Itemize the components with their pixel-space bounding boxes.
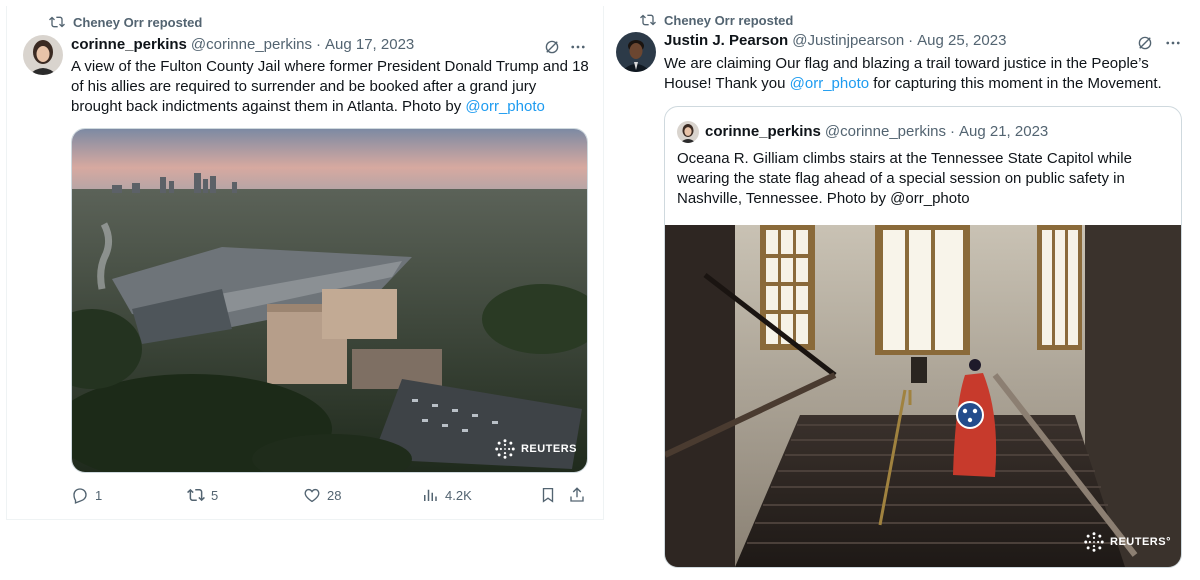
avatar[interactable] bbox=[23, 35, 63, 75]
reuters-watermark: REUTERS° bbox=[1083, 531, 1171, 553]
repost-count: 5 bbox=[211, 487, 219, 503]
reply-button[interactable]: 1 bbox=[71, 486, 102, 504]
tweet-header: corinne_perkins @corinne_perkins · Aug 1… bbox=[71, 36, 414, 53]
repost-icon bbox=[187, 488, 205, 502]
author-name[interactable]: corinne_perkins bbox=[71, 36, 187, 53]
more-icon bbox=[571, 45, 585, 49]
author-handle[interactable]: @corinne_perkins bbox=[191, 36, 312, 53]
share-icon bbox=[570, 487, 584, 502]
like-button[interactable]: 28 bbox=[303, 486, 341, 504]
quote-tweet[interactable]: corinne_perkins @corinne_perkins · Aug 2… bbox=[664, 106, 1182, 568]
grok-button[interactable] bbox=[1135, 33, 1155, 53]
watermark-text: REUTERS° bbox=[1110, 536, 1171, 548]
grok-icon bbox=[545, 40, 559, 54]
repost-label: Cheney Orr reposted bbox=[664, 12, 794, 28]
tweet-card-right[interactable]: Cheney Orr reposted Justin J. Pearson @J… bbox=[606, 4, 1194, 576]
mention-link[interactable]: @orr_photo bbox=[790, 75, 869, 92]
tweet-header: Justin J. Pearson @Justinjpearson · Aug … bbox=[664, 32, 1006, 49]
tweet-date[interactable]: Aug 25, 2023 bbox=[917, 32, 1006, 49]
quote-avatar[interactable] bbox=[677, 121, 699, 143]
like-count: 28 bbox=[327, 487, 342, 503]
tweet-text: We are claiming Our flag and blazing a t… bbox=[664, 54, 1184, 94]
separator-dot: · bbox=[950, 123, 956, 140]
repost-indicator: Cheney Orr reposted bbox=[49, 14, 202, 30]
repost-button[interactable]: 5 bbox=[187, 486, 218, 504]
share-button[interactable] bbox=[568, 486, 592, 504]
grok-button[interactable] bbox=[542, 37, 562, 57]
tweet-text-tail: for capturing this moment in the Movemen… bbox=[869, 75, 1162, 92]
more-button[interactable] bbox=[568, 37, 588, 57]
action-bar: 1 5 28 4.2K bbox=[71, 484, 591, 508]
bookmark-icon bbox=[542, 487, 554, 503]
watermark-text: REUTERS bbox=[520, 443, 577, 455]
views-button[interactable]: 4.2K bbox=[421, 486, 472, 504]
separator-dot: · bbox=[908, 32, 914, 49]
tweet-text: A view of the Fulton County Jail where f… bbox=[71, 57, 591, 117]
quote-author-name[interactable]: corinne_perkins bbox=[705, 123, 821, 140]
reuters-logo-icon bbox=[495, 439, 515, 459]
bookmark-button[interactable] bbox=[539, 486, 563, 504]
quote-photo[interactable]: REUTERS° bbox=[665, 225, 1181, 567]
repost-indicator: Cheney Orr reposted bbox=[640, 12, 793, 28]
quote-header: corinne_perkins @corinne_perkins · Aug 2… bbox=[705, 123, 1048, 140]
views-count: 4.2K bbox=[445, 487, 472, 503]
reply-icon bbox=[73, 488, 87, 504]
reuters-logo-icon bbox=[1084, 532, 1104, 552]
views-icon bbox=[424, 489, 437, 501]
heart-icon bbox=[304, 488, 320, 503]
author-name[interactable]: Justin J. Pearson bbox=[664, 32, 788, 49]
tweet-card-left[interactable]: Cheney Orr reposted corinne_perkins @cor… bbox=[6, 6, 604, 520]
reply-count: 1 bbox=[95, 487, 103, 503]
more-button[interactable] bbox=[1163, 33, 1183, 53]
more-icon bbox=[1166, 41, 1180, 45]
repost-icon bbox=[49, 16, 65, 28]
author-handle[interactable]: @Justinjpearson bbox=[792, 32, 904, 49]
repost-icon bbox=[640, 14, 656, 26]
repost-label: Cheney Orr reposted bbox=[73, 14, 203, 30]
aerial-jail-photo bbox=[72, 129, 587, 472]
mention-link[interactable]: @orr_photo bbox=[465, 98, 544, 115]
quote-author-handle[interactable]: @corinne_perkins bbox=[825, 123, 946, 140]
quote-date[interactable]: Aug 21, 2023 bbox=[959, 123, 1048, 140]
quote-text: Oceana R. Gilliam climbs stairs at the T… bbox=[677, 150, 1132, 207]
tweet-photo[interactable]: REUTERS bbox=[71, 128, 588, 473]
capitol-stairs-photo bbox=[665, 225, 1181, 567]
avatar[interactable] bbox=[616, 32, 656, 72]
grok-icon bbox=[1138, 36, 1152, 50]
reuters-watermark: REUTERS bbox=[494, 438, 577, 460]
tweet-date[interactable]: Aug 17, 2023 bbox=[325, 36, 414, 53]
separator-dot: · bbox=[316, 36, 322, 53]
